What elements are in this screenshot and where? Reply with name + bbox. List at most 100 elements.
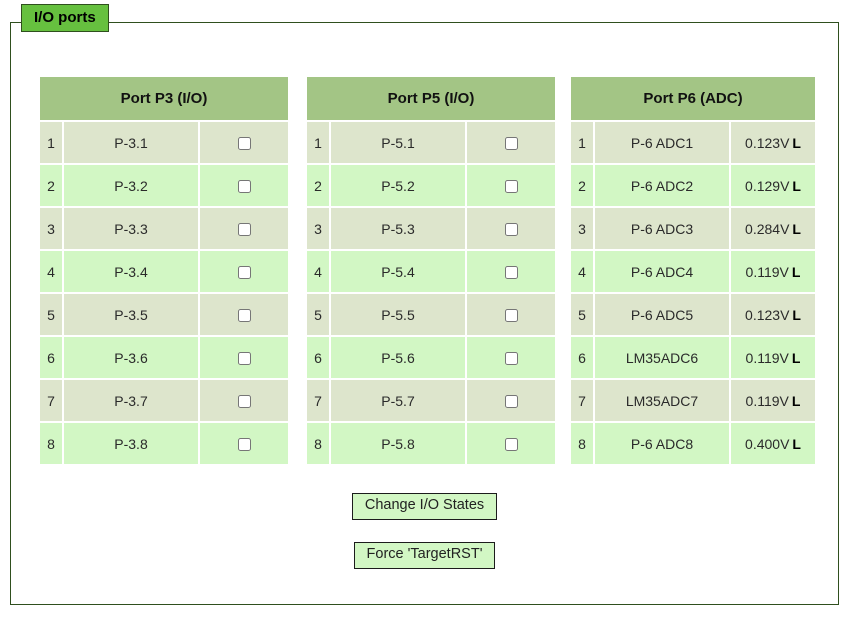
pin-label: P-3.2 — [64, 165, 198, 206]
port-table-p6: Port P6 (ADC) 1 P-6 ADC1 0.123V L 2 P-6 ADC2 0.… — [569, 75, 817, 466]
io-state-cell — [467, 337, 555, 378]
change-io-states-button[interactable]: Change I/O States — [351, 493, 498, 520]
port-table-title: Port P6 (ADC) — [571, 77, 815, 120]
adc-reading: 0.284V L — [731, 208, 815, 249]
io-state-checkbox[interactable] — [504, 395, 518, 409]
io-state-cell — [467, 165, 555, 206]
table-row: 5 P-6 ADC5 0.123V L — [571, 294, 815, 335]
adc-voltage-value: 0.284V — [745, 220, 790, 237]
io-ports-fieldset: I/O ports Port P3 (I/O) 1 P-3.1 2 P-3.2 3 P-3.… — [10, 4, 839, 605]
row-index: 4 — [307, 251, 329, 292]
row-index: 1 — [40, 122, 62, 163]
io-state-cell — [200, 294, 288, 335]
io-state-checkbox[interactable] — [237, 438, 251, 452]
table-row: 6 LM35ADC6 0.119V L — [571, 337, 815, 378]
adc-reading: 0.129V L — [731, 165, 815, 206]
io-state-checkbox[interactable] — [237, 223, 251, 237]
row-index: 5 — [40, 294, 62, 335]
pin-label: P-6 ADC8 — [595, 423, 729, 464]
io-state-cell — [467, 208, 555, 249]
io-state-checkbox[interactable] — [504, 309, 518, 323]
button-row: Change I/O States — [11, 493, 838, 520]
table-row: 7 P-3.7 — [40, 380, 288, 421]
table-row: 5 P-5.5 — [307, 294, 555, 335]
pin-label: P-5.4 — [331, 251, 465, 292]
pin-label: P-5.7 — [331, 380, 465, 421]
pin-label: P-3.4 — [64, 251, 198, 292]
table-row: 3 P-3.3 — [40, 208, 288, 249]
adc-reading: 0.119V L — [731, 251, 815, 292]
io-state-checkbox[interactable] — [237, 309, 251, 323]
io-state-checkbox[interactable] — [237, 137, 251, 151]
row-index: 2 — [571, 165, 593, 206]
adc-logic-level: L — [791, 263, 801, 280]
adc-voltage-value: 0.123V — [745, 306, 790, 323]
adc-logic-level: L — [791, 349, 801, 366]
pin-label: P-3.8 — [64, 423, 198, 464]
pin-label: P-6 ADC4 — [595, 251, 729, 292]
io-state-cell — [200, 380, 288, 421]
adc-voltage-value: 0.123V — [745, 134, 790, 151]
row-index: 3 — [307, 208, 329, 249]
io-state-cell — [200, 208, 288, 249]
io-state-cell — [200, 251, 288, 292]
row-index: 3 — [40, 208, 62, 249]
pin-label: P-5.2 — [331, 165, 465, 206]
pin-label: P-6 ADC5 — [595, 294, 729, 335]
port-table-p3: Port P3 (I/O) 1 P-3.1 2 P-3.2 3 P-3.3 4 P-3.4 5 P-… — [38, 75, 290, 466]
io-state-checkbox[interactable] — [237, 266, 251, 280]
row-index: 7 — [307, 380, 329, 421]
pin-label: P-3.3 — [64, 208, 198, 249]
force-target-rst-button[interactable]: Force 'TargetRST' — [353, 541, 496, 569]
adc-reading: 0.400V L — [731, 423, 815, 464]
pin-label: P-5.5 — [331, 294, 465, 335]
io-state-checkbox[interactable] — [504, 180, 518, 194]
table-row: 2 P-5.2 — [307, 165, 555, 206]
pin-label: P-5.8 — [331, 423, 465, 464]
pin-label: P-6 ADC3 — [595, 208, 729, 249]
row-index: 4 — [40, 251, 62, 292]
io-state-cell — [467, 380, 555, 421]
table-row: 1 P-3.1 — [40, 122, 288, 163]
pin-label: P-3.5 — [64, 294, 198, 335]
row-index: 7 — [571, 380, 593, 421]
port-table-title: Port P3 (I/O) — [40, 77, 288, 120]
row-index: 1 — [307, 122, 329, 163]
io-state-checkbox[interactable] — [504, 266, 518, 280]
io-state-checkbox[interactable] — [504, 438, 518, 452]
pin-label: P-3.6 — [64, 337, 198, 378]
io-state-checkbox[interactable] — [237, 352, 251, 366]
pin-label: LM35ADC6 — [595, 337, 729, 378]
adc-reading: 0.123V L — [731, 122, 815, 163]
adc-logic-level: L — [792, 134, 801, 151]
pin-label: P-5.3 — [331, 208, 465, 249]
io-state-cell — [200, 122, 288, 163]
io-state-checkbox[interactable] — [504, 352, 518, 366]
io-state-checkbox[interactable] — [504, 223, 518, 237]
row-index: 8 — [307, 423, 329, 464]
adc-voltage-value: 0.119V — [745, 349, 789, 366]
port-table-p5: Port P5 (I/O) 1 P-5.1 2 P-5.2 3 P-5.3 4 P-5.4 5 P-… — [305, 75, 557, 466]
adc-voltage-value: 0.119V — [745, 392, 789, 409]
row-index: 8 — [40, 423, 62, 464]
table-row: 2 P-6 ADC2 0.129V L — [571, 165, 815, 206]
io-state-checkbox[interactable] — [504, 137, 518, 151]
port-table-title: Port P5 (I/O) — [307, 77, 555, 120]
table-row: 3 P-6 ADC3 0.284V L — [571, 208, 815, 249]
table-row: 1 P-5.1 — [307, 122, 555, 163]
table-row: 7 LM35ADC7 0.119V L — [571, 380, 815, 421]
table-row: 8 P-3.8 — [40, 423, 288, 464]
io-state-cell — [467, 423, 555, 464]
pin-label: P-5.6 — [331, 337, 465, 378]
row-index: 5 — [307, 294, 329, 335]
pin-label: P-5.1 — [331, 122, 465, 163]
table-row: 6 P-3.6 — [40, 337, 288, 378]
adc-logic-level: L — [791, 392, 801, 409]
io-state-checkbox[interactable] — [237, 395, 251, 409]
row-index: 2 — [40, 165, 62, 206]
io-state-cell — [200, 165, 288, 206]
row-index: 3 — [571, 208, 593, 249]
row-index: 5 — [571, 294, 593, 335]
adc-reading: 0.119V L — [731, 380, 815, 421]
io-state-checkbox[interactable] — [237, 180, 251, 194]
